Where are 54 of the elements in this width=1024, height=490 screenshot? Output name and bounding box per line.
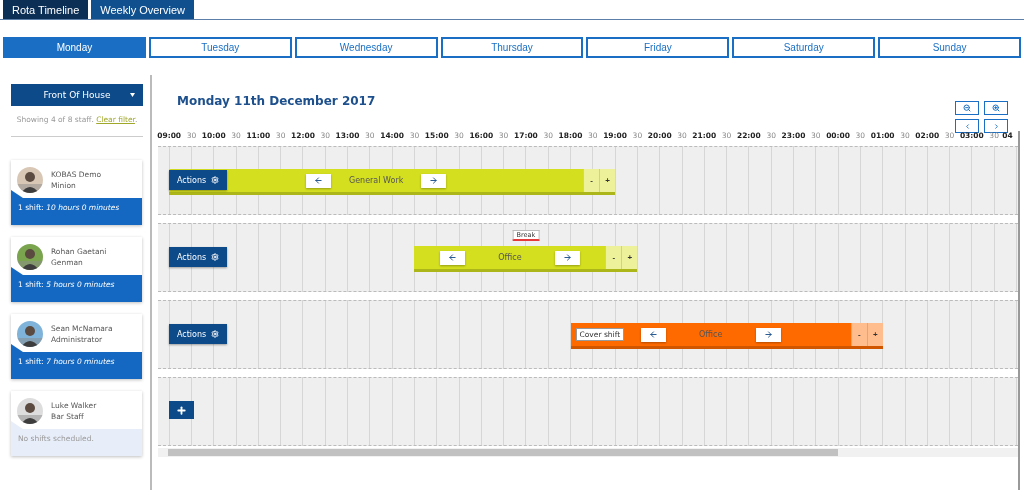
scrollbar[interactable] <box>158 448 1018 457</box>
actions-button[interactable]: Actions <box>169 247 228 267</box>
shorten-button[interactable]: - <box>850 323 867 346</box>
add-shift-button[interactable] <box>169 401 194 419</box>
day-tab[interactable]: Friday <box>586 37 730 58</box>
date-title: Monday 11th December 2017 <box>177 94 376 110</box>
day-tab[interactable]: Sunday <box>878 37 1021 58</box>
gear-icon <box>211 330 220 338</box>
chevron-right-icon <box>992 122 1000 130</box>
shorten-button[interactable]: - <box>583 169 600 192</box>
day-tab[interactable]: Wednesday <box>294 37 438 58</box>
zoom-in-button[interactable] <box>984 101 1008 115</box>
arrow-right-icon <box>562 253 572 262</box>
arrow-left-icon <box>648 330 658 339</box>
move-left-button[interactable] <box>439 250 465 265</box>
next-button[interactable] <box>984 119 1008 133</box>
day-tab[interactable]: Monday <box>3 37 146 58</box>
arrow-right-icon <box>429 176 439 185</box>
gear-icon <box>211 176 220 184</box>
arrow-right-icon <box>763 330 773 339</box>
chevron-left-icon <box>963 122 971 130</box>
arrow-left-icon <box>447 253 457 262</box>
move-left-button[interactable] <box>306 173 332 188</box>
move-right-button[interactable] <box>755 327 781 342</box>
actions-label: Actions <box>177 252 207 262</box>
shift-name: General Work <box>347 176 405 185</box>
extend-button[interactable]: + <box>621 246 638 269</box>
actions-button[interactable]: Actions <box>169 324 228 344</box>
caret-icon <box>130 93 135 97</box>
extend-button[interactable]: + <box>599 169 616 192</box>
actions-button[interactable]: Actions <box>169 170 228 190</box>
department-dropdown[interactable]: Front Of House <box>11 84 143 106</box>
day-tab[interactable]: Saturday <box>732 37 876 58</box>
arrow-left-icon <box>314 176 324 185</box>
move-right-button[interactable] <box>554 250 580 265</box>
view-tab[interactable]: Weekly Overview <box>91 0 195 19</box>
gear-icon <box>211 253 220 261</box>
day-tab[interactable]: Thursday <box>440 37 584 58</box>
shorten-button[interactable]: - <box>605 246 622 269</box>
actions-label: Actions <box>177 329 207 339</box>
move-left-button[interactable] <box>640 327 666 342</box>
shift-name: Office <box>697 330 724 339</box>
view-tab[interactable]: Rota Timeline <box>3 0 89 19</box>
day-tab[interactable]: Tuesday <box>148 37 292 58</box>
actions-label: Actions <box>177 175 207 185</box>
zoom-out-button[interactable] <box>955 101 979 115</box>
zoom-in-icon <box>992 104 1000 112</box>
shift-bar[interactable]: Office - + <box>414 246 638 272</box>
shift-name: Office <box>497 253 523 262</box>
move-right-button[interactable] <box>421 173 447 188</box>
previous-button[interactable] <box>955 119 979 133</box>
plus-icon <box>176 404 187 416</box>
extend-button[interactable]: + <box>866 323 883 346</box>
zoom-out-icon <box>963 104 971 112</box>
